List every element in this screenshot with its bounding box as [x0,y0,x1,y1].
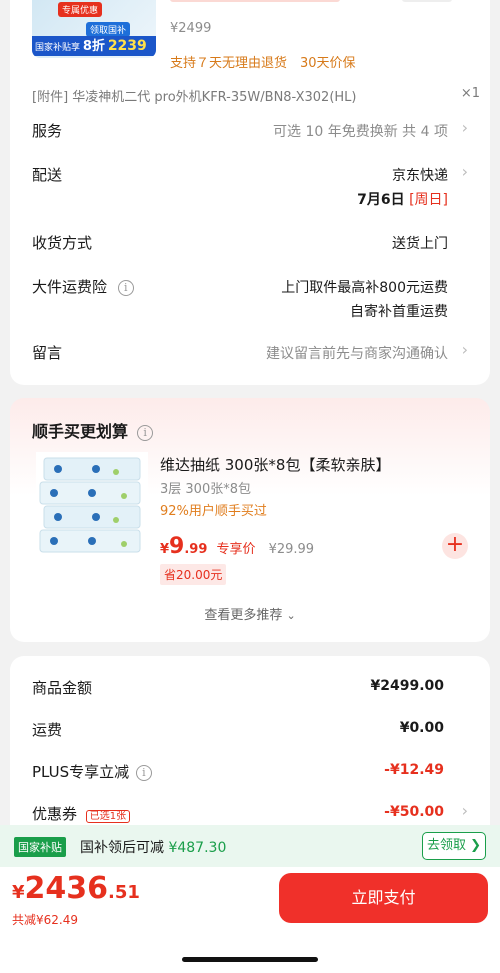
insurance-value1: 上门取件最高补800元运费 [281,280,448,296]
info-icon[interactable]: i [137,424,154,441]
message-row[interactable]: 留言 建议留言前先与商家沟通确认 › [10,338,490,368]
delivery-day: [周日] [409,192,448,208]
delivery-date: 7月6日 [357,192,405,208]
claim-label: 去领取 [426,838,466,853]
service-value: 可选 10 年免费换新 共 4 项 [273,124,448,140]
goods-label: 商品金额 [32,679,93,697]
addon-price-line: ¥9.99 专享价 ¥29.99 [160,534,314,559]
total-dec: .51 [108,882,140,903]
cut-tag [402,0,452,2]
addon-card: 顺手买更划算 i 维达抽纸 300张*8包【柔软亲肤】 3层 300张*8包 9… [10,398,490,642]
coupon-label-wrap: 优惠券 已选1张 [32,803,131,824]
subsidy-text-line: 国补领后可减 ¥487.30 [80,837,226,857]
coupon-label: 优惠券 [32,805,78,823]
checkout-footer: ¥2436.51 共减¥62.49 立即支付 [0,867,500,973]
delivery-label: 配送 [32,166,63,184]
shipping-value: ¥0.00 [399,720,444,736]
addon-title: 顺手买更划算 [32,422,129,441]
total-price: ¥2436.51 [12,871,140,906]
product-thumbnail[interactable]: 专属优惠 领取国补 国家补贴享 8折 2239 [32,0,156,58]
more-recommend-link[interactable]: 查看更多推荐 ⌄ [10,604,490,623]
accessory-line: [附件] 华凌神机二代 pro外机KFR-35W/BN8-X302(HL) [32,90,357,105]
shipping-label: 运费 [32,721,63,739]
addon-product-spec: 3层 300张*8包 [160,482,251,497]
product-price: ¥2499 [170,21,212,36]
accessory-qty: ×1 [460,86,480,101]
info-icon[interactable]: i [135,764,152,781]
chevron-right-icon: › [461,118,468,137]
addon-save-badge: 省20.00元 [160,564,227,585]
orig-price: ¥29.99 [268,542,315,557]
addon-title-wrap: 顺手买更划算 i [32,418,154,442]
price-tag: 专享价 [216,542,256,557]
chevron-right-icon: › [461,340,468,359]
info-icon[interactable]: i [117,279,134,296]
coupon-row[interactable]: 优惠券 已选1张 -¥50.00 › [10,800,490,828]
service-label: 服务 [32,122,63,140]
insurance-label-wrap: 大件运费险 i [32,276,134,297]
subsidy-text: 国补领后可减 [80,840,164,856]
addon-product-title[interactable]: 维达抽纸 300张*8包【柔软亲肤】 [160,454,390,475]
receive-label: 收货方式 [32,234,93,252]
tissue-pack-illustration [39,457,141,553]
addon-buyers: 92%用户顺手买过 [160,504,267,519]
order-items-card: 专属优惠 领取国补 国家补贴享 8折 2239 ¥2499 支持７天无理由退货 … [10,0,490,385]
product-banner-strip: 国家补贴享 8折 2239 [32,36,156,56]
banner-mid-tag: 领取国补 [86,22,131,37]
add-to-order-button[interactable]: + [442,533,468,559]
home-indicator [182,957,318,962]
addon-product-image[interactable] [36,452,148,556]
banner-tag-text: 国家补贴享 [35,43,81,53]
pay-button[interactable]: 立即支付 [279,873,488,923]
total-saved: 共减¥62.49 [12,913,78,927]
subsidy-badge: 国家补贴 [14,837,66,857]
banner-top-tag: 专属优惠 [58,2,103,17]
total-symbol: ¥ [12,882,25,903]
banner-number: 2239 [107,38,147,54]
chevron-right-icon: ❯ [470,838,481,853]
cut-price-strip [170,0,340,2]
delivery-row[interactable]: 配送 京东快递 › 7月6日 [周日] [10,160,490,210]
delivery-date-line: 7月6日 [周日] [357,189,448,209]
summary-card: 商品金额 ¥2499.00 运费 ¥0.00 PLUS专享立减 i -¥12.4… [10,656,490,846]
chevron-right-icon: › [461,801,468,820]
message-placeholder[interactable]: 建议留言前先与商家沟通确认 [266,343,448,363]
insurance-row: 大件运费险 i 上门取件最高补800元运费 自寄补首重运费 [10,272,490,322]
total-int: 2436 [24,871,109,906]
chevron-right-icon: › [461,162,468,181]
receive-value: 送货上门 [392,236,448,252]
price-int: 9 [169,534,185,559]
subsidy-claim-button[interactable]: 去领取 ❯ [421,832,486,860]
product-promises: 支持７天无理由退货 30天价保 [170,56,356,71]
insurance-value2: 自寄补首重运费 [350,304,448,320]
plus-value: -¥12.49 [384,762,444,778]
coupon-value: -¥50.00 [384,804,444,820]
delivery-value: 京东快递 [392,168,448,184]
plus-label: PLUS专享立减 [32,763,130,781]
pay-button-label: 立即支付 [351,888,416,907]
banner-discount: 8折 [82,39,105,54]
coupon-badge: 已选1张 [85,810,131,823]
subsidy-amount: ¥487.30 [168,840,227,856]
chevron-down-icon: ⌄ [286,609,296,622]
receive-row: 收货方式 送货上门 [10,228,490,258]
subsidy-bar: 国家补贴 国补领后可减 ¥487.30 去领取 ❯ [0,825,500,867]
insurance-label: 大件运费险 [32,278,108,296]
more-recommend-label: 查看更多推荐 [204,608,283,623]
message-label: 留言 [32,344,63,362]
price-symbol: ¥ [160,542,170,557]
service-row[interactable]: 服务 可选 10 年免费换新 共 4 项 › [10,116,490,146]
price-dec: .99 [184,542,208,557]
goods-value: ¥2499.00 [370,678,444,694]
plus-label-wrap: PLUS专享立减 i [32,761,152,782]
